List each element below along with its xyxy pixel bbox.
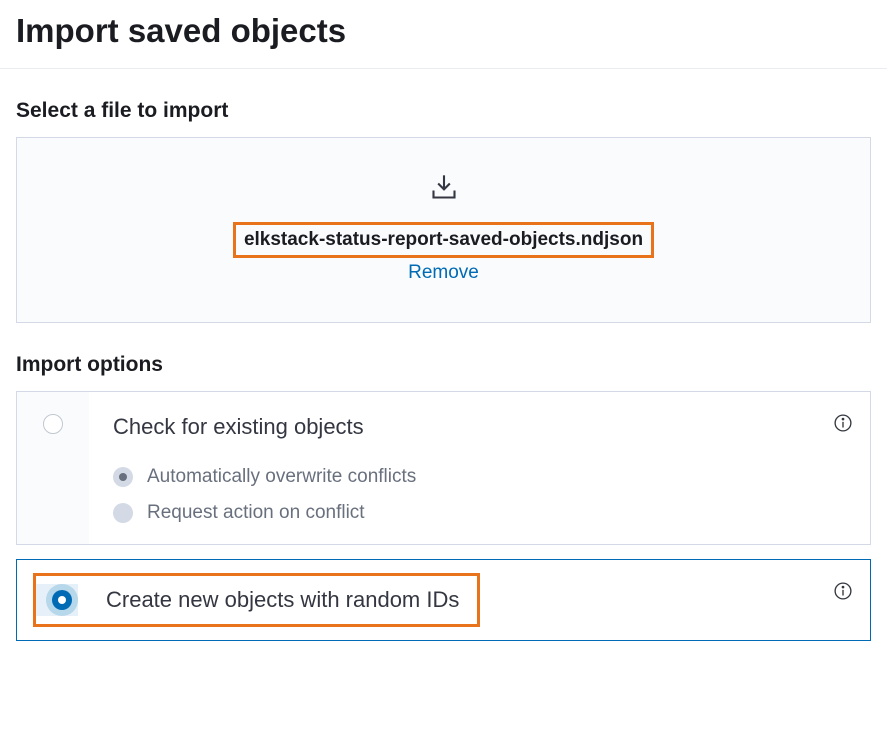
- option-create-new[interactable]: Create new objects with random IDs: [16, 559, 871, 641]
- sub-option-overwrite[interactable]: Automatically overwrite conflicts: [113, 466, 852, 488]
- info-icon[interactable]: [834, 582, 852, 600]
- filename-highlight: elkstack-status-report-saved-objects.ndj…: [233, 222, 654, 258]
- import-icon: [430, 174, 458, 200]
- selected-highlight-box: Create new objects with random IDs: [33, 573, 480, 627]
- sub-radio-request-action[interactable]: [113, 503, 133, 523]
- radio-col-selected: [36, 584, 78, 616]
- option-create-new-label: Create new objects with random IDs: [106, 587, 459, 613]
- options-section-title: Import options: [16, 353, 871, 377]
- sub-option-request-action[interactable]: Request action on conflict: [113, 502, 852, 524]
- remove-file-link[interactable]: Remove: [408, 262, 479, 284]
- file-info: elkstack-status-report-saved-objects.ndj…: [233, 222, 654, 284]
- option-check-existing-label: Check for existing objects: [113, 414, 852, 440]
- radio-create-new[interactable]: [46, 584, 78, 616]
- file-dropzone[interactable]: elkstack-status-report-saved-objects.ndj…: [16, 137, 871, 323]
- import-options-section: Import options Check for existing object…: [0, 323, 887, 641]
- selected-row: Create new objects with random IDs: [33, 573, 480, 627]
- radio-check-existing[interactable]: [43, 414, 63, 434]
- sub-label-overwrite: Automatically overwrite conflicts: [147, 466, 416, 488]
- page-title: Import saved objects: [0, 0, 887, 69]
- sub-label-request-action: Request action on conflict: [147, 502, 365, 524]
- option-body: Check for existing objects Automatically…: [89, 392, 870, 544]
- file-select-section: Select a file to import elkstack-status-…: [0, 69, 887, 323]
- sub-options: Automatically overwrite conflicts Reques…: [113, 466, 852, 524]
- info-icon[interactable]: [834, 414, 852, 432]
- sub-radio-overwrite[interactable]: [113, 467, 133, 487]
- options-container: Check for existing objects Automatically…: [16, 391, 871, 641]
- option-check-existing[interactable]: Check for existing objects Automatically…: [16, 391, 871, 545]
- selected-filename: elkstack-status-report-saved-objects.ndj…: [244, 229, 643, 250]
- file-section-title: Select a file to import: [16, 99, 871, 123]
- radio-col: [17, 392, 89, 544]
